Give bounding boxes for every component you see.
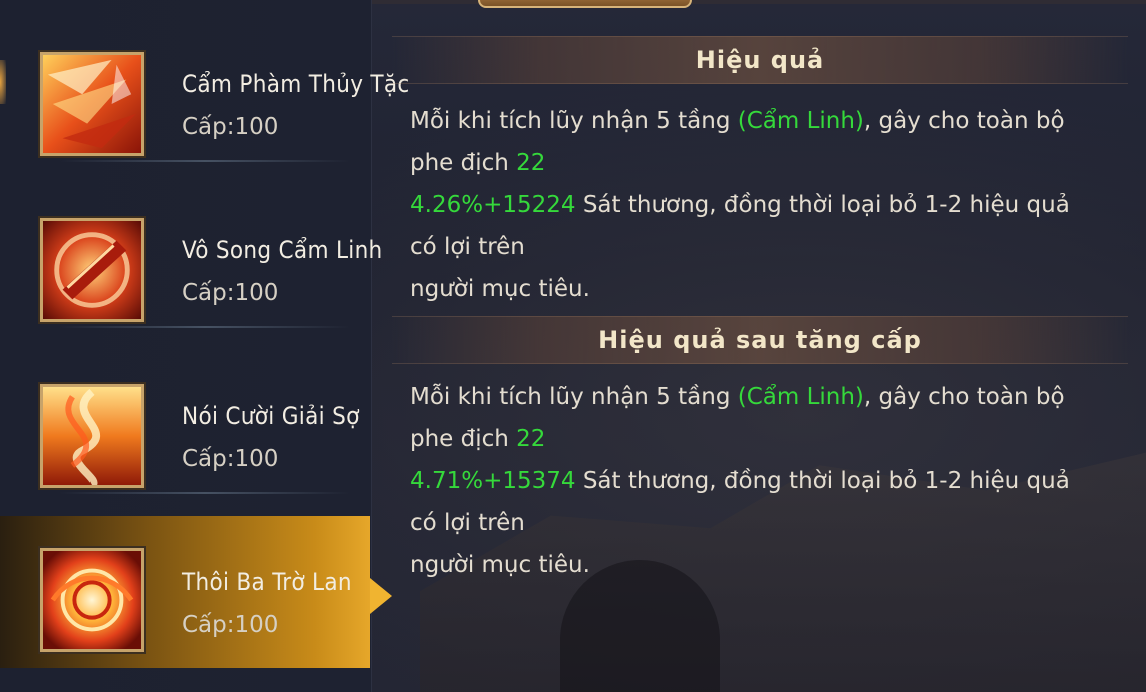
- divider: [60, 160, 350, 162]
- top-tab[interactable]: [478, 0, 692, 8]
- upgrade-value-part2: 4.71%+15374: [410, 468, 576, 494]
- skill-name: Cẩm Phàm Thủy Tặc: [182, 70, 410, 98]
- upgrade-line-3: người mục tiêu.: [410, 552, 590, 578]
- fire-swirl-icon: [40, 384, 144, 488]
- effect-line-2: 4.26%+15224 Sát thương, đồng thời loại b…: [410, 192, 1070, 260]
- skill-item-1[interactable]: Cẩm Phàm Thủy Tặc Cấp:100: [0, 0, 409, 162]
- upgrade-line-2: 4.71%+15374 Sát thương, đồng thời loại b…: [410, 468, 1070, 536]
- skill-name: Vô Song Cẩm Linh: [182, 236, 383, 264]
- effect-title: Hiệu quả: [695, 46, 825, 74]
- skill-name: Nói Cười Giải Sợ: [182, 402, 360, 430]
- skill-level: Cấp:100: [182, 280, 279, 306]
- skill-level: Cấp:100: [182, 446, 279, 472]
- effect-header: Hiệu quả: [392, 36, 1128, 84]
- upgrade-header: Hiệu quả sau tăng cấp: [392, 316, 1128, 364]
- upgrade-tag: (Cẩm Linh): [737, 384, 864, 410]
- skill-item-2[interactable]: Vô Song Cẩm Linh Cấp:100: [0, 166, 382, 328]
- effect-value-part1: 22: [516, 150, 546, 176]
- skill-name: Thôi Ba Trờ Lan: [182, 568, 352, 596]
- upgrade-description: Mỗi khi tích lũy nhận 5 tầng (Cẩm Linh),…: [410, 376, 1100, 586]
- fire-orb-icon: [40, 548, 144, 652]
- upgrade-title: Hiệu quả sau tăng cấp: [598, 326, 922, 354]
- red-blade-icon: [40, 218, 144, 322]
- skill-item-4-selected[interactable]: Thôi Ba Trờ Lan Cấp:100: [0, 516, 392, 668]
- effect-tag: (Cẩm Linh): [737, 108, 864, 134]
- effect-value-part2: 4.26%+15224: [410, 192, 576, 218]
- skill-level: Cấp:100: [182, 114, 279, 140]
- effect-description: Mỗi khi tích lũy nhận 5 tầng (Cẩm Linh),…: [410, 100, 1100, 310]
- effect-line-1: Mỗi khi tích lũy nhận 5 tầng (Cẩm Linh),…: [410, 108, 1065, 176]
- skill-level: Cấp:100: [182, 612, 279, 638]
- divider: [60, 326, 350, 328]
- divider: [60, 492, 350, 494]
- skill-item-3[interactable]: Nói Cười Giải Sợ Cấp:100: [0, 332, 370, 494]
- upgrade-line-1: Mỗi khi tích lũy nhận 5 tầng (Cẩm Linh),…: [410, 384, 1065, 452]
- skill-list-panel: Cẩm Phàm Thủy Tặc Cấp:100 Vô Song Cẩm Li…: [0, 0, 409, 692]
- upgrade-value-part1: 22: [516, 426, 546, 452]
- effect-line-3: người mục tiêu.: [410, 276, 590, 302]
- red-claw-icon: [40, 52, 144, 156]
